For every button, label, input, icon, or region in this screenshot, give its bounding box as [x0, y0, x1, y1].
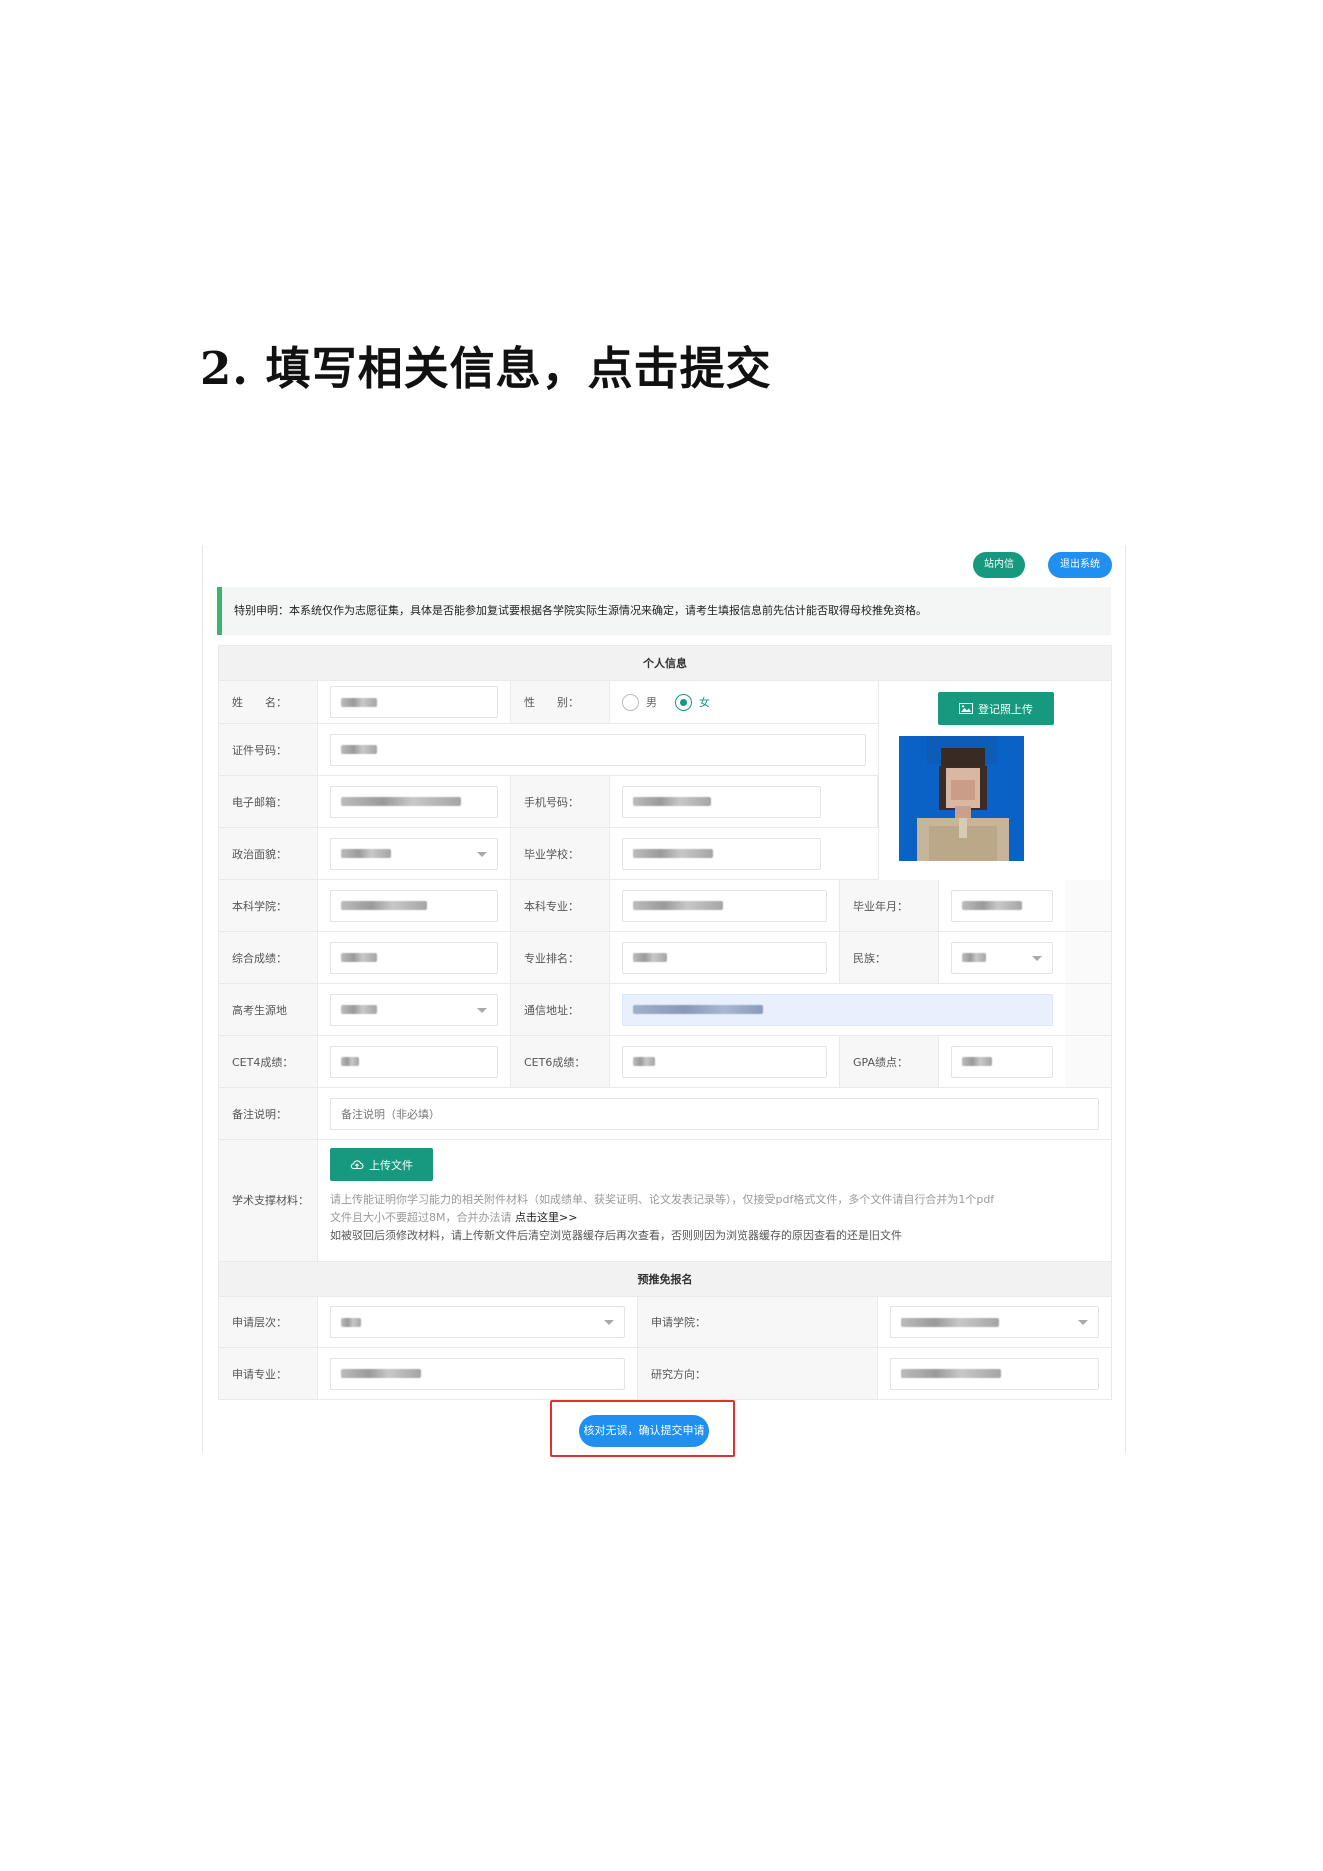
- application-form: 个人信息 姓 名： 性 别： 男 女 证件号码： 电子邮箱： 手机号码： 政治面…: [218, 645, 1112, 1400]
- logout-button[interactable]: 退出系统: [1048, 552, 1112, 578]
- remark-input[interactable]: 备注说明（非必填）: [330, 1097, 1099, 1130]
- ug-college-value: [341, 901, 427, 910]
- upload-file-button[interactable]: 上传文件: [330, 1148, 433, 1181]
- name-label: 姓 名：: [219, 681, 318, 723]
- submit-highlight-box: 核对无误，确认提交申请: [550, 1400, 735, 1457]
- photo-cell: 登记照上传: [878, 681, 1111, 880]
- grad-school-label: 毕业学校：: [511, 828, 610, 879]
- cloud-upload-icon: [350, 1160, 364, 1169]
- email-value: [341, 797, 461, 806]
- screenshot-frame: 站内信 退出系统 特别申明：本系统仅作为志愿征集，具体是否能参加复试要根据各学院…: [202, 545, 1126, 1457]
- section-personal-info: 个人信息: [219, 646, 1111, 681]
- major-input[interactable]: [330, 1357, 625, 1390]
- materials-label: 学术支撑材料：: [219, 1140, 318, 1261]
- phone-value: [633, 797, 711, 806]
- college-label: 申请学院：: [638, 1297, 878, 1347]
- origin-label: 高考生源地: [219, 984, 318, 1035]
- major-label: 申请专业：: [219, 1348, 318, 1399]
- cet4-input[interactable]: [330, 1045, 498, 1078]
- ug-major-label: 本科专业：: [511, 880, 610, 931]
- upload-help-text: 请上传能证明你学习能力的相关附件材料（如成绩单、获奖证明、论文发表记录等），仅接…: [330, 1193, 995, 1224]
- merge-help-link[interactable]: 点击这里>>: [515, 1211, 577, 1224]
- gender-male-radio[interactable]: [622, 693, 639, 711]
- gpa-label: GPA绩点：: [840, 1036, 939, 1087]
- level-value: [341, 1317, 361, 1327]
- rank-value: [633, 953, 667, 962]
- level-label: 申请层次：: [219, 1297, 318, 1347]
- remark-placeholder: 备注说明（非必填）: [341, 1107, 440, 1121]
- gender-male-option[interactable]: 男: [622, 693, 657, 711]
- chevron-down-icon: [604, 1320, 614, 1325]
- address-label: 通信地址：: [511, 984, 610, 1035]
- grad-school-input[interactable]: [622, 837, 821, 870]
- level-select[interactable]: [330, 1306, 625, 1338]
- college-value: [901, 1317, 999, 1327]
- grad-date-label: 毕业年月：: [840, 880, 939, 931]
- gender-female-radio[interactable]: [675, 693, 692, 711]
- ug-major-value: [633, 901, 723, 910]
- chevron-down-icon: [477, 851, 487, 857]
- grad-school-value: [633, 849, 713, 858]
- email-label: 电子邮箱：: [219, 776, 318, 827]
- notice-banner: 特别申明：本系统仅作为志愿征集，具体是否能参加复试要根据各学院实际生源情况来确定…: [217, 587, 1111, 635]
- grad-date-input[interactable]: [951, 889, 1053, 922]
- photo-upload-button[interactable]: 登记照上传: [938, 692, 1054, 725]
- rank-input[interactable]: [622, 941, 827, 974]
- ug-college-label: 本科学院：: [219, 880, 318, 931]
- politics-select[interactable]: [330, 837, 498, 870]
- ethnicity-label: 民族：: [840, 932, 939, 983]
- college-select[interactable]: [890, 1306, 1099, 1338]
- gender-label: 性 别：: [511, 681, 610, 723]
- direction-input[interactable]: [890, 1357, 1099, 1390]
- cet4-label: CET4成绩：: [219, 1036, 318, 1087]
- rank-label: 专业排名：: [511, 932, 610, 983]
- name-input[interactable]: [330, 686, 498, 718]
- id-input[interactable]: [330, 733, 866, 766]
- chevron-down-icon: [1032, 955, 1042, 961]
- score-value: [341, 953, 377, 962]
- section-application: 预推免报名: [219, 1262, 1111, 1297]
- address-input[interactable]: [622, 993, 1053, 1026]
- direction-label: 研究方向：: [638, 1348, 878, 1399]
- id-value: [341, 745, 377, 754]
- cet6-input[interactable]: [622, 1045, 827, 1078]
- id-label: 证件号码：: [219, 724, 318, 775]
- chevron-down-icon: [477, 1007, 487, 1013]
- gender-female-option[interactable]: 女: [675, 693, 710, 711]
- politics-label: 政治面貌：: [219, 828, 318, 879]
- email-input[interactable]: [330, 785, 498, 818]
- ethnicity-select[interactable]: [951, 941, 1053, 974]
- cet6-value: [633, 1057, 655, 1066]
- id-photo: [899, 736, 1024, 861]
- ug-college-input[interactable]: [330, 889, 498, 922]
- origin-select[interactable]: [330, 993, 498, 1026]
- ethnicity-value: [962, 953, 986, 962]
- politics-value: [341, 849, 391, 858]
- remark-label: 备注说明：: [219, 1088, 318, 1139]
- phone-label: 手机号码：: [511, 776, 610, 827]
- image-icon: [959, 703, 973, 714]
- score-label: 综合成绩：: [219, 932, 318, 983]
- origin-value: [341, 1005, 377, 1014]
- page-title: 2. 填写相关信息，点击提交: [200, 342, 772, 395]
- gpa-input[interactable]: [951, 1045, 1053, 1078]
- gpa-value: [962, 1057, 992, 1066]
- major-value: [341, 1369, 421, 1378]
- cet4-value: [341, 1057, 359, 1066]
- address-value: [633, 1005, 763, 1014]
- chevron-down-icon: [1078, 1320, 1088, 1325]
- cet6-label: CET6成绩：: [511, 1036, 610, 1087]
- name-value: [341, 697, 377, 707]
- ug-major-input[interactable]: [622, 889, 827, 922]
- upload-warning: 如被驳回后须修改材料，请上传新文件后清空浏览器缓存后再次查看，否则则因为浏览器缓…: [330, 1229, 902, 1242]
- direction-value: [901, 1369, 1001, 1378]
- messages-button[interactable]: 站内信: [973, 552, 1025, 578]
- score-input[interactable]: [330, 941, 498, 974]
- phone-input[interactable]: [622, 785, 821, 818]
- grad-date-value: [962, 901, 1022, 910]
- submit-button[interactable]: 核对无误，确认提交申请: [579, 1415, 709, 1447]
